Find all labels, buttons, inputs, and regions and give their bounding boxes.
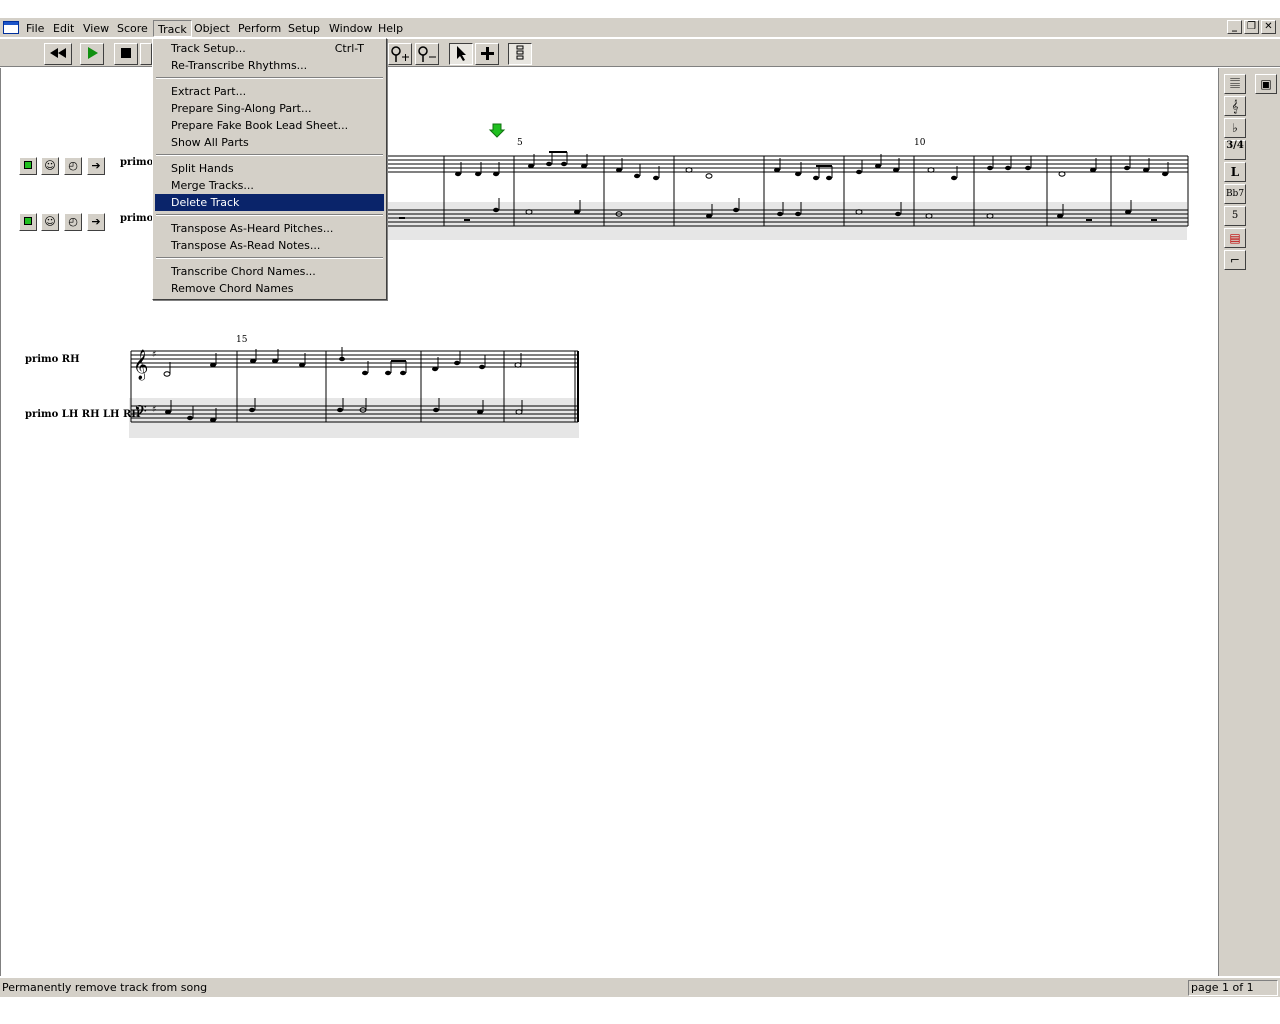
menu-file[interactable]: File	[22, 20, 48, 37]
face-icon: ☺	[44, 159, 56, 172]
menu-item-merge-tracks[interactable]: Merge Tracks...	[155, 177, 384, 194]
menu-view[interactable]: View	[79, 20, 113, 37]
svg-text:♯: ♯	[152, 350, 156, 360]
record-icon	[24, 217, 32, 225]
bottom-strip	[0, 997, 1280, 1024]
insert-tool-button[interactable]	[475, 43, 499, 65]
menu-item-delete-track[interactable]: Delete Track	[155, 194, 384, 211]
menu-item-fake-book-lead-sheet[interactable]: Prepare Fake Book Lead Sheet...	[155, 117, 384, 134]
select-tool-button[interactable]	[449, 43, 473, 65]
menu-item-transcribe-chord-names[interactable]: Transcribe Chord Names...	[155, 263, 384, 280]
restore-button[interactable]: ❐	[1244, 20, 1259, 34]
play-icon	[88, 47, 98, 59]
note-plus-icon	[391, 46, 409, 62]
staff-label: primo LH RH LH RH	[25, 409, 141, 420]
menu-edit[interactable]: Edit	[49, 20, 78, 37]
key-signature-icon[interactable]: ♭	[1224, 118, 1246, 138]
rewind-button[interactable]	[44, 43, 72, 65]
measure-number: 10	[914, 138, 926, 148]
window-top-strip	[0, 0, 1280, 18]
menu-item-track-setup[interactable]: Track Setup... Ctrl-T	[155, 40, 384, 57]
dial-icon: ◴	[68, 215, 78, 228]
play-button[interactable]	[80, 43, 104, 65]
time-signature-icon[interactable]: 3/4	[1224, 140, 1246, 160]
add-note-button[interactable]	[388, 43, 412, 65]
measure-number: 5	[517, 138, 523, 148]
menu-perform[interactable]: Perform	[234, 20, 285, 37]
staff-view-icon	[516, 45, 524, 60]
notation-palette: 𝄚 𝄞 ♭ 3/4 L Bb7 5 ▤ ⌐ ▣	[1218, 68, 1280, 976]
treble-clef-icon[interactable]: 𝄞	[1224, 96, 1246, 116]
menu-separator	[156, 154, 383, 156]
menu-setup[interactable]: Setup	[284, 20, 324, 37]
status-bar: Permanently remove track from song page …	[0, 977, 1280, 997]
record-toggle[interactable]	[19, 213, 37, 231]
dial-icon: ◴	[68, 159, 78, 172]
track-route-button[interactable]: ➔	[87, 213, 105, 231]
face-icon: ☺	[44, 215, 56, 228]
window-controls: _ ❐ ✕	[1225, 20, 1276, 36]
menu-score[interactable]: Score	[113, 20, 152, 37]
chord-symbol-icon[interactable]: Bb7	[1224, 184, 1246, 204]
lyric-icon[interactable]: L	[1224, 162, 1246, 182]
track-menu-dropdown: Track Setup... Ctrl-T Re-Transcribe Rhyth…	[152, 38, 387, 300]
menu-separator	[156, 257, 383, 259]
app-icon[interactable]	[3, 21, 19, 34]
view-toggle-button[interactable]	[508, 43, 532, 65]
menu-track[interactable]: Track	[153, 20, 192, 37]
status-message: Permanently remove track from song	[2, 981, 208, 994]
track-route-button[interactable]: ➔	[87, 157, 105, 175]
arrow-pointer-icon	[457, 46, 466, 61]
measure-number: 15	[236, 335, 248, 345]
solo-button[interactable]: ☺	[41, 213, 59, 231]
menu-item-sing-along-part[interactable]: Prepare Sing-Along Part...	[155, 100, 384, 117]
shortcut-label: Ctrl-T	[334, 42, 364, 55]
close-button[interactable]: ✕	[1261, 20, 1276, 34]
staff-label: primo RH	[25, 354, 80, 365]
staff-icon[interactable]: 𝄚	[1224, 74, 1246, 94]
menu-item-extract-part[interactable]: Extract Part...	[155, 83, 384, 100]
stop-button[interactable]	[114, 43, 138, 65]
svg-text:𝄞: 𝄞	[133, 349, 148, 381]
arrow-right-icon: ➔	[91, 215, 101, 228]
menu-item-transpose-as-heard[interactable]: Transpose As-Heard Pitches...	[155, 220, 384, 237]
mute-button[interactable]: ◴	[64, 213, 82, 231]
menu-separator	[156, 214, 383, 216]
step-button[interactable]	[140, 43, 152, 65]
menu-help[interactable]: Help	[374, 20, 407, 37]
menu-window[interactable]: Window	[325, 20, 376, 37]
menu-item-remove-chord-names[interactable]: Remove Chord Names	[155, 280, 384, 297]
menu-object[interactable]: Object	[190, 20, 234, 37]
arrow-right-icon: ➔	[91, 159, 101, 172]
menu-item-show-all-parts[interactable]: Show All Parts	[155, 134, 384, 151]
menu-item-split-hands[interactable]: Split Hands	[155, 160, 384, 177]
rewind-icon	[50, 48, 66, 58]
stop-icon	[121, 48, 131, 58]
record-toggle[interactable]	[19, 157, 37, 175]
menu-item-retranscribe-rhythms[interactable]: Re-Transcribe Rhythms...	[155, 57, 384, 74]
plus-icon	[481, 47, 494, 60]
mute-button[interactable]: ◴	[64, 157, 82, 175]
menu-separator	[156, 77, 383, 79]
menu-bar: File Edit View Score Track Object Perfor…	[0, 18, 1280, 38]
tempo-icon[interactable]: ▤	[1224, 228, 1246, 248]
record-icon	[24, 161, 32, 169]
window-layout-icon[interactable]: ▣	[1255, 74, 1277, 94]
remove-note-button[interactable]	[415, 43, 439, 65]
note-minus-icon	[418, 46, 436, 62]
ending-icon[interactable]: ⌐	[1224, 250, 1246, 270]
fingering-icon[interactable]: 5	[1224, 206, 1246, 226]
solo-button[interactable]: ☺	[41, 157, 59, 175]
menu-item-transpose-as-read[interactable]: Transpose As-Read Notes...	[155, 237, 384, 254]
page-indicator: page 1 of 1	[1188, 980, 1278, 996]
svg-text:♯: ♯	[152, 405, 156, 415]
minimize-button[interactable]: _	[1227, 20, 1242, 34]
